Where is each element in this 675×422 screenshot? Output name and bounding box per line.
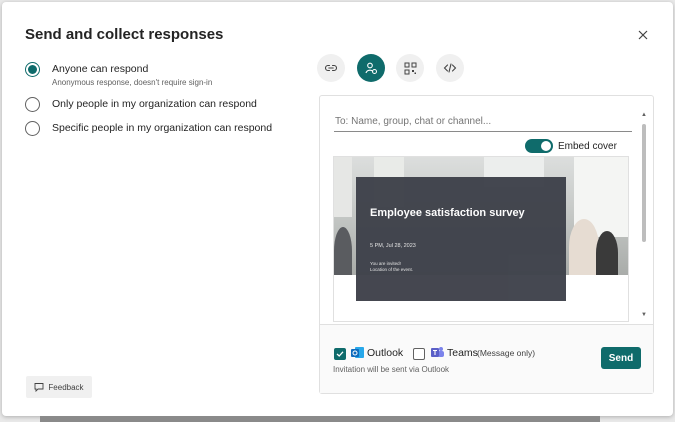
send-dialog: Send and collect responses Anyone can re…	[2, 2, 673, 416]
invitation-preview: Employee satisfaction survey 5 PM, Jul 2…	[333, 156, 629, 322]
taskbar-strip	[40, 416, 600, 422]
panel-scrollbar[interactable]: ▲ ▼	[641, 112, 647, 324]
dialog-title: Send and collect responses	[25, 26, 224, 43]
scroll-thumb[interactable]	[642, 124, 646, 242]
option-anyone[interactable]: Anyone can respond Anonymous response, d…	[25, 62, 212, 88]
feedback-icon	[34, 383, 44, 392]
option-specific-people[interactable]: Specific people in my organization can r…	[25, 121, 272, 136]
option-organization[interactable]: Only people in my organization can respo…	[25, 97, 257, 112]
feedback-label: Feedback	[48, 382, 84, 392]
card-invite-line2: Location of the event.	[370, 267, 414, 272]
embed-cover-toggle-row: Embed cover	[525, 139, 617, 153]
share-qr-button[interactable]	[396, 54, 424, 82]
outlook-label: Outlook	[367, 347, 404, 359]
invitation-note: Invitation will be sent via Outlook	[333, 365, 450, 374]
scroll-down-icon[interactable]: ▼	[641, 312, 647, 318]
embed-cover-label: Embed cover	[558, 140, 617, 152]
card-title: Employee satisfaction survey	[370, 207, 525, 219]
radio-specific-people[interactable]	[25, 121, 40, 136]
share-invite-button[interactable]	[357, 54, 385, 82]
option-organization-label: Only people in my organization can respo…	[52, 98, 257, 110]
embed-code-icon	[443, 63, 457, 73]
scroll-up-icon[interactable]: ▲	[641, 112, 647, 118]
qr-code-icon	[404, 62, 416, 74]
radio-anyone[interactable]	[25, 62, 40, 77]
option-anyone-label: Anyone can respond	[52, 63, 149, 75]
teams-icon	[431, 346, 444, 359]
share-link-button[interactable]	[317, 54, 345, 82]
to-recipients-input[interactable]	[334, 112, 632, 132]
radio-organization[interactable]	[25, 97, 40, 112]
invitation-card: Employee satisfaction survey 5 PM, Jul 2…	[356, 177, 566, 301]
option-anyone-sublabel: Anonymous response, doesn't require sign…	[52, 78, 213, 87]
teams-label: Teams	[447, 347, 478, 359]
send-options-footer: Outlook Teams (Message only) Invitation …	[320, 325, 653, 393]
invite-people-icon	[365, 62, 377, 74]
option-specific-people-label: Specific people in my organization can r…	[52, 122, 273, 134]
invite-panel: Embed cover ▲ ▼ Employee satisfaction su…	[319, 95, 654, 394]
embed-cover-toggle[interactable]	[525, 139, 553, 153]
card-invite-text: You are invited! Location of the event.	[370, 261, 413, 273]
outlook-icon	[351, 346, 364, 359]
teams-note: (Message only)	[477, 348, 536, 358]
link-icon	[324, 64, 338, 72]
card-date: 5 PM, Jul 28, 2023	[370, 243, 416, 249]
teams-checkbox[interactable]	[413, 348, 425, 360]
outlook-checkbox[interactable]	[334, 348, 346, 360]
close-icon[interactable]	[634, 26, 652, 44]
feedback-button[interactable]: Feedback	[26, 376, 92, 398]
share-embed-button[interactable]	[436, 54, 464, 82]
send-button[interactable]: Send	[601, 347, 641, 369]
